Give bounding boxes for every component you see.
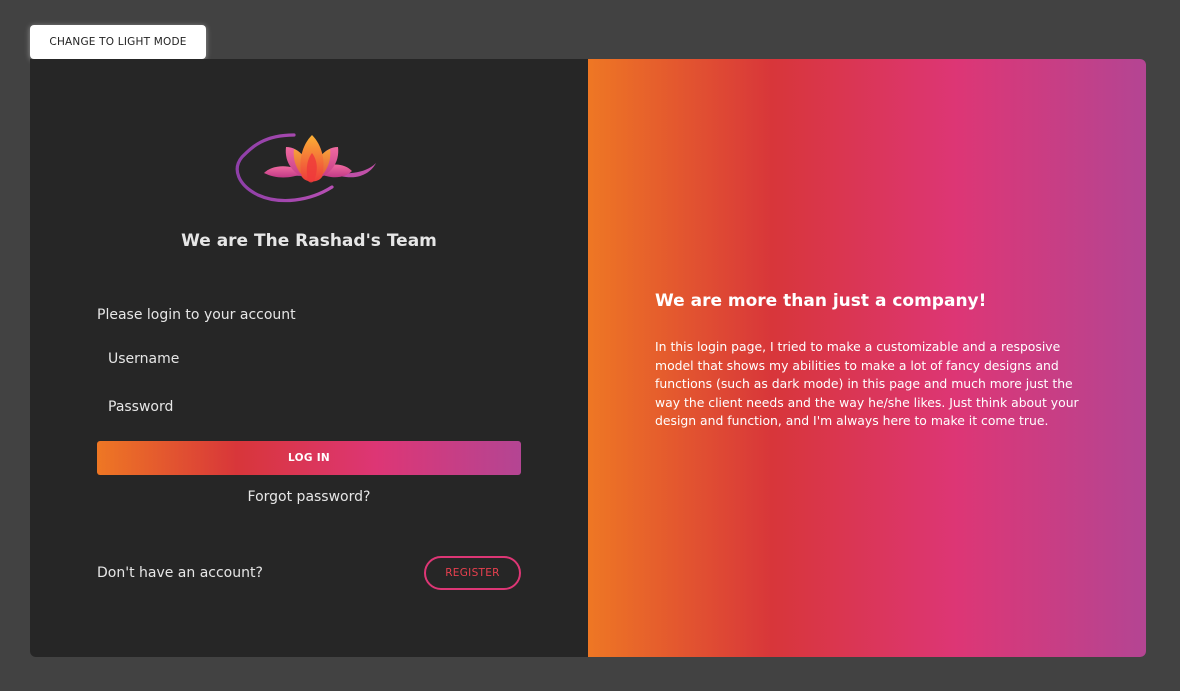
forgot-password-link[interactable]: Forgot password?	[97, 489, 521, 505]
register-button[interactable]: REGISTER	[424, 556, 521, 590]
username-input[interactable]	[97, 341, 521, 377]
login-card: We are The Rashad's Team Please login to…	[30, 59, 1146, 657]
lotus-logo-icon	[235, 133, 376, 203]
info-panel: We are more than just a company! In this…	[588, 59, 1146, 657]
password-input[interactable]	[97, 389, 521, 425]
team-title: We are The Rashad's Team	[181, 231, 437, 251]
no-account-text: Don't have an account?	[97, 565, 263, 581]
login-panel: We are The Rashad's Team Please login to…	[30, 59, 588, 657]
info-headline: We are more than just a company!	[655, 291, 987, 311]
info-description: In this login page, I tried to make a cu…	[655, 339, 1079, 429]
login-button[interactable]: LOG IN	[97, 441, 521, 475]
change-mode-button[interactable]: CHANGE TO LIGHT MODE	[30, 25, 206, 59]
login-prompt: Please login to your account	[97, 307, 296, 323]
